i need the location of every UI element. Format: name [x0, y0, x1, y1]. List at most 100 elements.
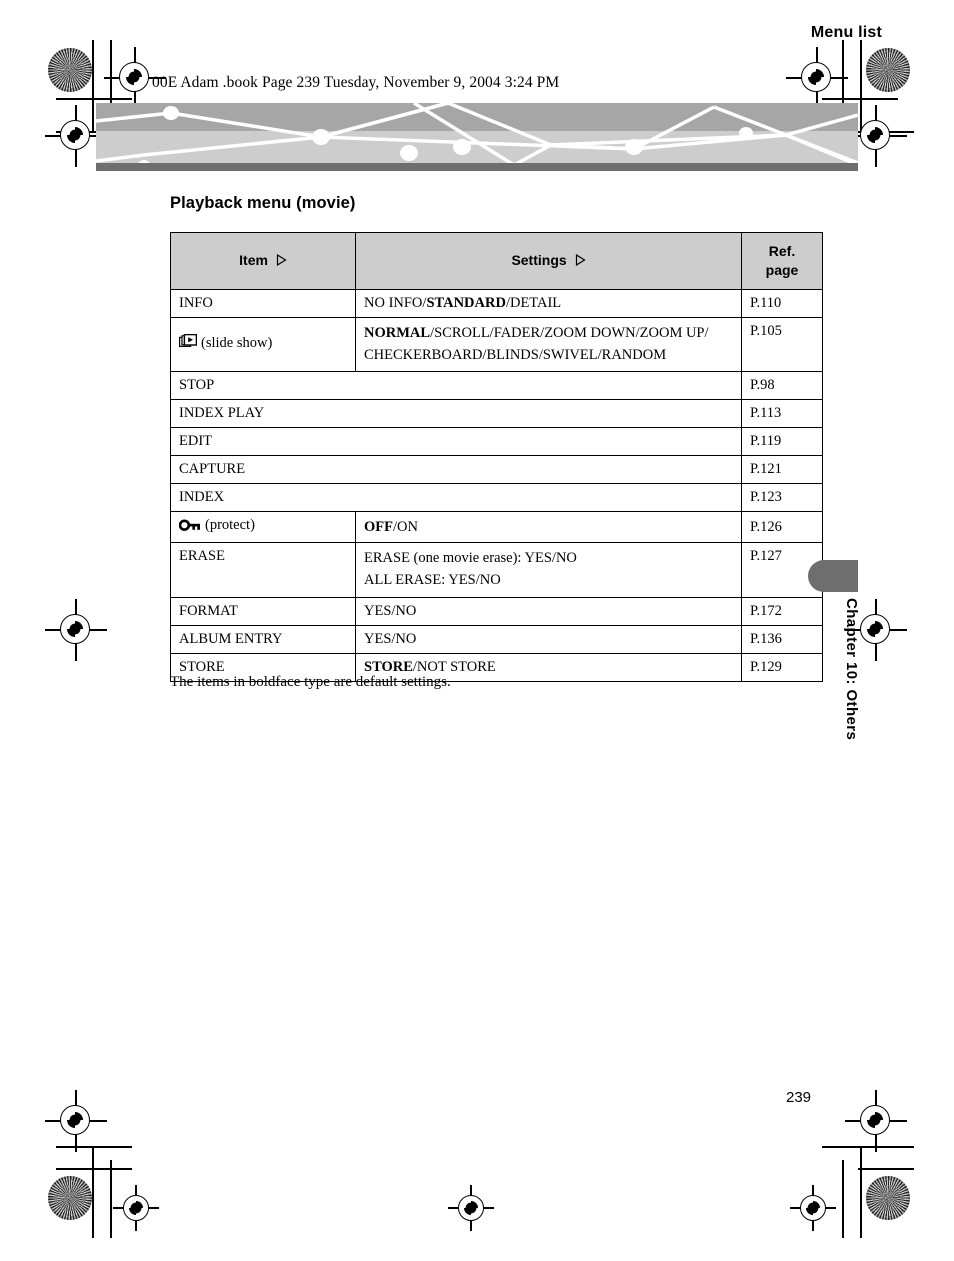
- cell-ref-page: P.113: [741, 399, 823, 429]
- triangle-right-icon: [575, 252, 586, 271]
- cell-ref-page: P.126: [741, 511, 823, 544]
- trim-line-bottom-left-v: [92, 1146, 94, 1238]
- column-header-item: Item: [170, 232, 356, 290]
- cell-ref-page: P.110: [741, 288, 823, 318]
- settings-default: NORMAL: [364, 324, 431, 341]
- registration-mark-bottom-right-lower: [790, 1185, 836, 1231]
- table-row: CAPTURE P.121: [170, 455, 823, 485]
- cell-item: EDIT: [170, 427, 742, 457]
- settings-line2: CHECKERBOARD/BLINDS/SWIVEL/RANDOM: [364, 346, 667, 363]
- cell-item: ERASE: [170, 542, 356, 598]
- column-header-settings: Settings: [355, 232, 742, 290]
- table-row: ERASE ERASE (one movie erase): YES/NO AL…: [170, 542, 823, 598]
- cell-ref-page: P.129: [741, 652, 823, 682]
- registration-mark-bottom-right: [845, 1090, 907, 1152]
- chapter-tab-label: Chapter 10: Others: [843, 598, 860, 741]
- triangle-right-icon: [276, 252, 287, 271]
- item-label: STORE: [179, 658, 225, 675]
- table-row: (protect) OFF/ON P.126: [170, 511, 823, 544]
- trim-line-bottom-left-v2: [110, 1160, 112, 1238]
- settings-post: /DETAIL: [505, 294, 562, 311]
- cell-settings: YES/NO: [355, 624, 742, 654]
- settings-pre: ERASE (one movie erase): YES/NO: [364, 550, 577, 567]
- print-rosette-bottom-right: [866, 1176, 910, 1220]
- table-header-row: Item Settings Ref. page: [170, 232, 823, 290]
- table-row: INDEX PLAY P.113: [170, 399, 823, 429]
- item-label: INFO: [179, 294, 213, 311]
- item-label: INDEX PLAY: [179, 405, 265, 422]
- item-label: CAPTURE: [179, 461, 246, 478]
- column-header-ref-line2: page: [765, 261, 799, 278]
- cell-settings: NO INFO/STANDARD/DETAIL: [355, 288, 742, 318]
- item-label: STOP: [179, 377, 215, 394]
- settings-default: STORE: [364, 658, 413, 675]
- cell-item: INFO: [170, 288, 356, 318]
- cell-ref-page: P.119: [741, 427, 823, 457]
- print-rosette-bottom-left: [48, 1176, 92, 1220]
- cell-settings: NORMAL/SCROLL/FADER/ZOOM DOWN/ZOOM UP/ C…: [355, 316, 742, 373]
- cell-settings: OFF/ON: [355, 511, 742, 544]
- cell-ref-page: P.105: [741, 316, 823, 373]
- table-row: (slide show) NORMAL/SCROLL/FADER/ZOOM DO…: [170, 316, 823, 373]
- print-rosette-top-left: [48, 48, 92, 92]
- table-row: EDIT P.119: [170, 427, 823, 457]
- page-title: Playback menu (movie): [170, 194, 356, 212]
- cell-item: INDEX PLAY: [170, 399, 742, 429]
- banner-title: Menu list: [810, 24, 882, 41]
- chapter-tab-marker: [808, 560, 858, 592]
- cell-item: ALBUM ENTRY: [170, 624, 356, 654]
- item-label: (protect): [205, 517, 255, 534]
- item-label: ALBUM ENTRY: [179, 630, 283, 647]
- key-icon: [178, 519, 201, 537]
- column-header-ref-page: Ref. page: [741, 232, 823, 290]
- settings-pre: YES/NO: [364, 602, 417, 619]
- item-label: ERASE: [179, 548, 225, 565]
- cell-ref-page: P.121: [741, 455, 823, 485]
- registration-mark-bottom-left-lower: [113, 1185, 159, 1231]
- table-row: INDEX P.123: [170, 483, 823, 513]
- table-row: INFO NO INFO/STANDARD/DETAIL P.110: [170, 288, 823, 318]
- cell-settings: ERASE (one movie erase): YES/NO ALL ERAS…: [355, 542, 742, 598]
- trim-line-bottom-right-v: [860, 1146, 862, 1238]
- cell-item: CAPTURE: [170, 455, 742, 485]
- slideshow-icon: [179, 333, 198, 355]
- banner-decoration-lines: [96, 103, 858, 170]
- item-label: (slide show): [201, 335, 273, 352]
- registration-mark-bottom-left: [45, 1090, 107, 1152]
- trim-line-bottom-right-h2: [858, 1168, 914, 1170]
- cell-settings: YES/NO: [355, 596, 742, 626]
- settings-line2: ALL ERASE: YES/NO: [364, 572, 501, 589]
- banner-base-bar: [96, 163, 858, 171]
- settings-pre: YES/NO: [364, 630, 417, 647]
- column-header-ref-line1: Ref.: [768, 243, 796, 259]
- trim-line-bottom-right-v2: [842, 1160, 844, 1238]
- cell-item: (slide show): [170, 316, 356, 373]
- registration-mark-mid-left: [45, 599, 107, 661]
- cell-item: STOP: [170, 371, 742, 401]
- print-rosette-top-right: [866, 48, 910, 92]
- boldface-note: The items in boldface type are default s…: [170, 674, 451, 690]
- cell-item: (protect): [170, 511, 356, 544]
- page-number: 239: [786, 1089, 812, 1106]
- item-label: FORMAT: [179, 602, 238, 619]
- print-job-header: 00E Adam .book Page 239 Tuesday, Novembe…: [152, 74, 560, 91]
- cell-item: FORMAT: [170, 596, 356, 626]
- settings-pre: NO INFO/: [364, 294, 427, 311]
- table-row: FORMAT YES/NO P.172: [170, 596, 823, 626]
- item-label: EDIT: [179, 433, 213, 450]
- column-header-settings-label: Settings: [511, 251, 567, 268]
- item-label: INDEX: [179, 489, 225, 506]
- settings-post: /NOT STORE: [412, 658, 496, 675]
- settings-default: STANDARD: [426, 294, 506, 311]
- registration-mark-top-right: [786, 47, 848, 109]
- settings-post: /ON: [393, 518, 418, 535]
- settings-default: OFF: [364, 518, 393, 535]
- table-row: STOP P.98: [170, 371, 823, 401]
- cell-ref-page: P.136: [741, 624, 823, 654]
- cell-ref-page: P.123: [741, 483, 823, 513]
- page-banner: [96, 103, 858, 171]
- table-row: ALBUM ENTRY YES/NO P.136: [170, 624, 823, 654]
- trim-line-bottom-left-h2: [56, 1168, 132, 1170]
- settings-post: /SCROLL/FADER/ZOOM DOWN/ZOOM UP/: [430, 324, 709, 341]
- registration-mark-bottom-center: [448, 1185, 494, 1231]
